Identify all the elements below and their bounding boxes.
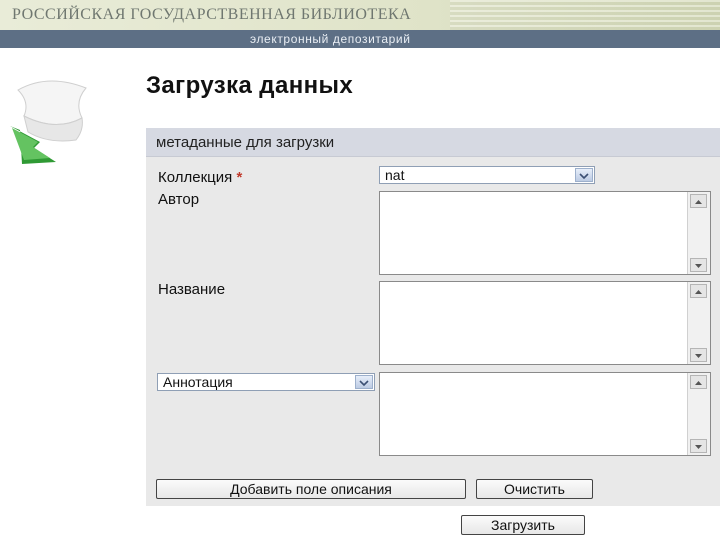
annotation-textarea[interactable] (379, 372, 711, 456)
triangle-up-icon[interactable] (690, 375, 707, 389)
metadata-form: метаданные для загрузки Коллекция * nat … (146, 128, 720, 506)
site-subheader: электронный депозитарий (0, 30, 720, 48)
author-label: Автор (158, 191, 200, 208)
triangle-up-icon[interactable] (690, 194, 707, 208)
triangle-down-icon[interactable] (690, 348, 707, 362)
chevron-down-icon[interactable] (355, 375, 373, 389)
upload-logo-icon (0, 68, 110, 178)
chevron-down-icon[interactable] (575, 168, 593, 182)
form-section-title: метаданные для загрузки (156, 134, 335, 151)
name-label: Название (158, 281, 226, 298)
annotation-field-select[interactable]: Аннотация (157, 373, 375, 391)
author-scrollbar[interactable] (687, 192, 710, 274)
collection-label: Коллекция * (158, 169, 242, 186)
form-section-header: метаданные для загрузки (146, 128, 720, 157)
library-title: РОССИЙСКАЯ ГОСУДАРСТВЕННАЯ БИБЛИОТЕКА (12, 6, 412, 23)
clear-button[interactable]: Очистить (476, 479, 593, 499)
page-title: Загрузка данных (146, 72, 354, 99)
triangle-up-icon[interactable] (690, 284, 707, 298)
collection-label-text: Коллекция (158, 169, 233, 186)
triangle-down-icon[interactable] (690, 258, 707, 272)
collection-select-value: nat (385, 167, 405, 183)
author-textarea[interactable] (379, 191, 711, 275)
triangle-down-icon[interactable] (690, 439, 707, 453)
site-header: РОССИЙСКАЯ ГОСУДАРСТВЕННАЯ БИБЛИОТЕКА (0, 0, 720, 31)
annotation-select-value: Аннотация (163, 374, 233, 390)
collection-select[interactable]: nat (379, 166, 595, 184)
site-subtitle: электронный депозитарий (250, 32, 411, 46)
required-mark: * (236, 169, 243, 186)
add-field-button[interactable]: Добавить поле описания (156, 479, 466, 499)
header-decoration (450, 0, 720, 30)
name-scrollbar[interactable] (687, 282, 710, 364)
name-textarea[interactable] (379, 281, 711, 365)
annotation-scrollbar[interactable] (687, 373, 710, 455)
upload-button[interactable]: Загрузить (461, 515, 585, 535)
